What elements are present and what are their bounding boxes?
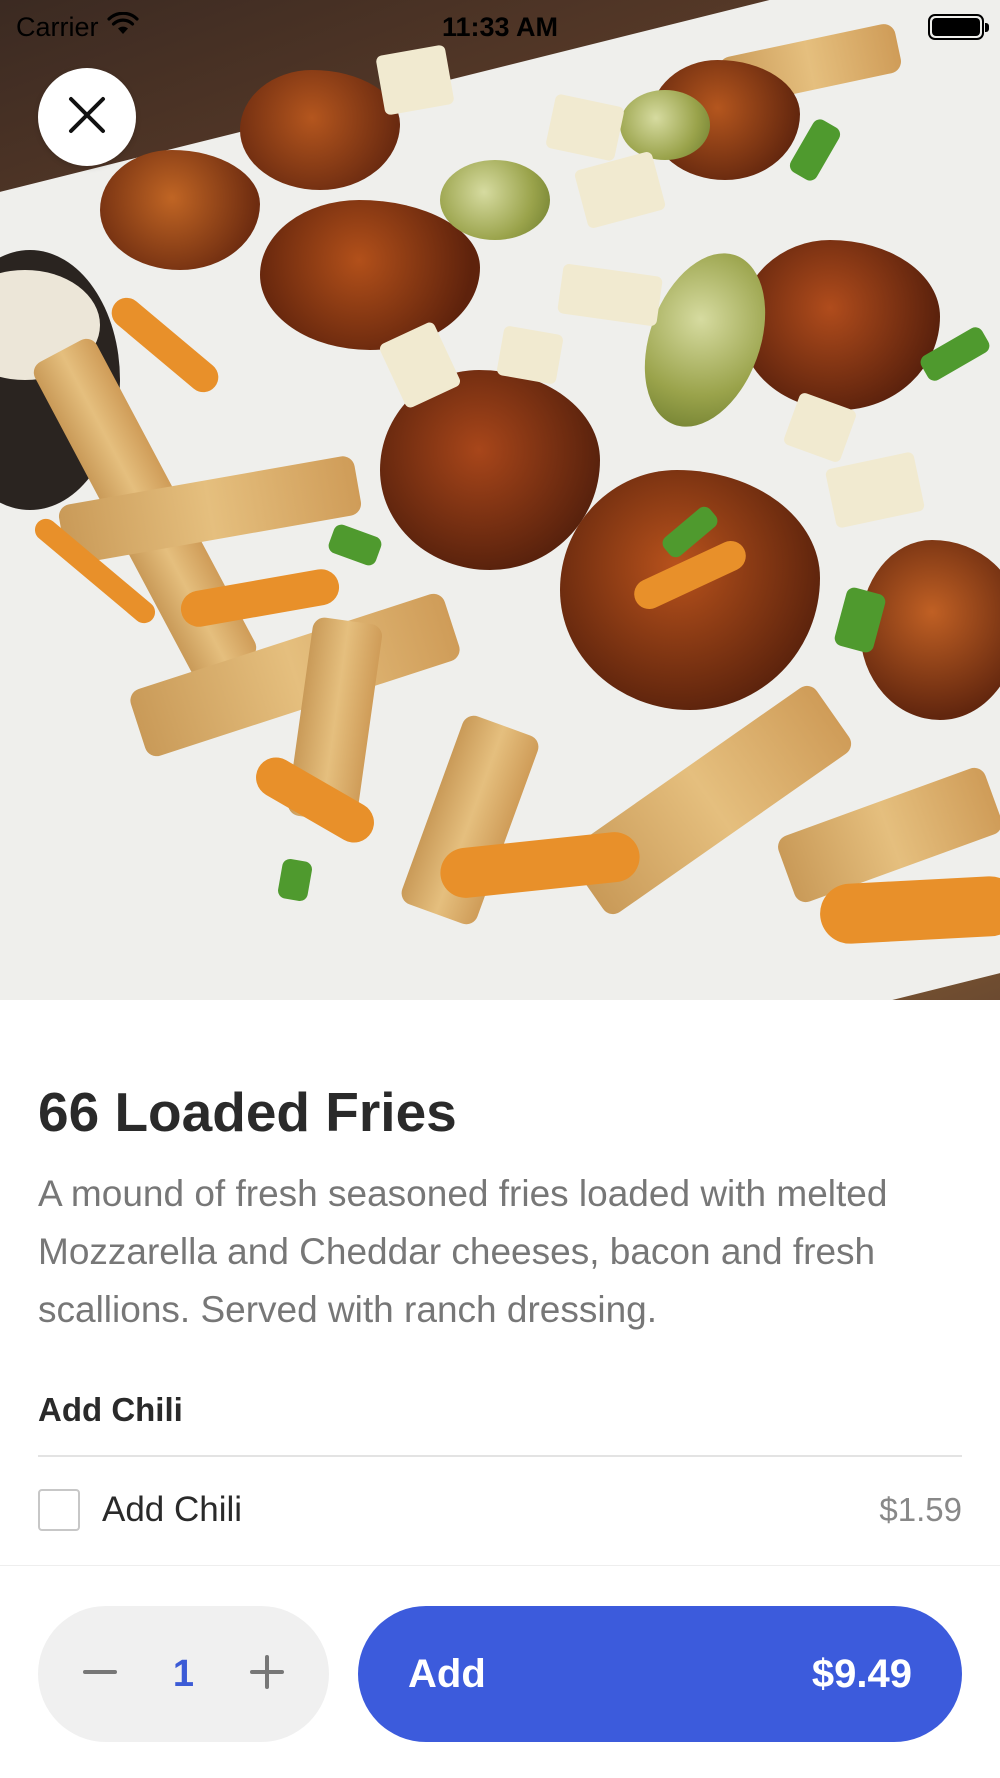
add-chili-checkbox[interactable] xyxy=(38,1488,80,1531)
battery-icon xyxy=(928,14,989,40)
minus-icon xyxy=(82,1654,118,1695)
hero-food-image xyxy=(0,0,1000,1000)
pickle-slice xyxy=(620,90,710,160)
option-row-add-chili[interactable]: Add Chili $1.59 xyxy=(38,1475,962,1545)
close-icon xyxy=(67,95,107,140)
options-section-header: Add Chili xyxy=(38,1391,962,1457)
pickle-slice xyxy=(440,160,550,240)
diced-onion xyxy=(496,325,564,385)
quantity-stepper: 1 xyxy=(38,1606,329,1742)
sauce-drizzle xyxy=(818,874,1000,946)
status-left: Carrier xyxy=(16,11,139,43)
quantity-value: 1 xyxy=(172,1652,195,1695)
plus-icon xyxy=(249,1654,285,1695)
increase-quantity-button[interactable] xyxy=(243,1650,291,1698)
add-button-label: Add xyxy=(408,1651,486,1696)
add-button-total: $9.49 xyxy=(811,1651,912,1696)
item-description: A mound of fresh seasoned fries loaded w… xyxy=(38,1172,888,1330)
decrease-quantity-button[interactable] xyxy=(76,1650,124,1698)
diced-onion xyxy=(375,44,455,116)
option-label: Add Chili xyxy=(102,1489,243,1529)
carrier-label: Carrier xyxy=(16,11,99,42)
option-price: $1.59 xyxy=(879,1490,962,1528)
status-bar: Carrier 11:33 AM xyxy=(0,0,1000,54)
add-to-order-button[interactable]: Add $9.49 xyxy=(358,1606,962,1742)
battery-level xyxy=(932,18,980,36)
status-time: 11:33 AM xyxy=(441,11,559,42)
item-content: 66 Loaded Fries A mound of fresh seasone… xyxy=(38,1000,962,1545)
item-title: 66 Loaded Fries xyxy=(38,1081,457,1143)
wifi-icon xyxy=(106,11,139,43)
order-bar: 1 Add $9.49 xyxy=(0,1565,1000,1778)
close-button[interactable] xyxy=(38,68,136,166)
item-detail-screen: Carrier 11:33 AM 66 Loaded Fries A mound… xyxy=(0,0,1000,1778)
